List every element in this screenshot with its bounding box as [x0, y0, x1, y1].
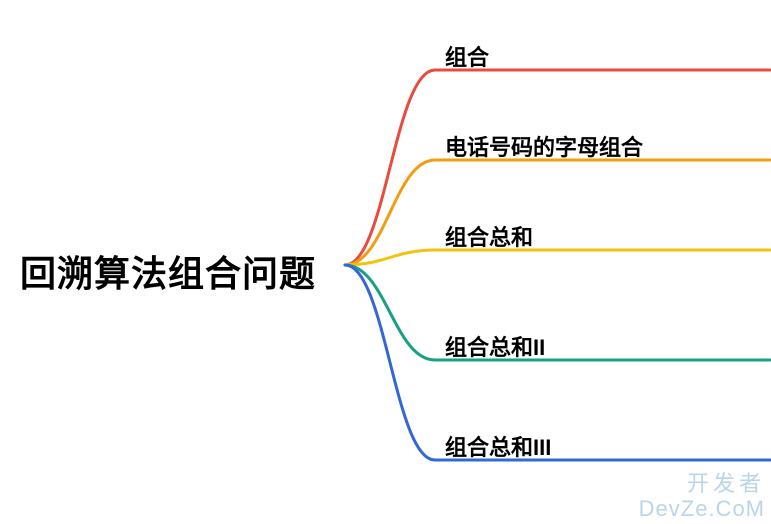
watermark-line-2: DevZe.CoM — [639, 496, 765, 522]
branch-label-1: 电话号码的字母组合 — [445, 130, 643, 162]
branch-path-1 — [345, 160, 770, 265]
branch-path-3 — [345, 265, 770, 360]
watermark-line-1: 开发者 — [687, 466, 765, 498]
branch-label-4: 组合总和III — [445, 430, 551, 462]
branch-path-4 — [345, 265, 770, 460]
mindmap-root: 回溯算法组合问题 — [20, 245, 316, 297]
branch-path-2 — [345, 250, 770, 265]
branch-path-0 — [345, 70, 770, 265]
branch-label-3: 组合总和II — [445, 330, 545, 362]
branch-label-0: 组合 — [445, 40, 489, 72]
branch-label-2: 组合总和 — [445, 220, 533, 252]
